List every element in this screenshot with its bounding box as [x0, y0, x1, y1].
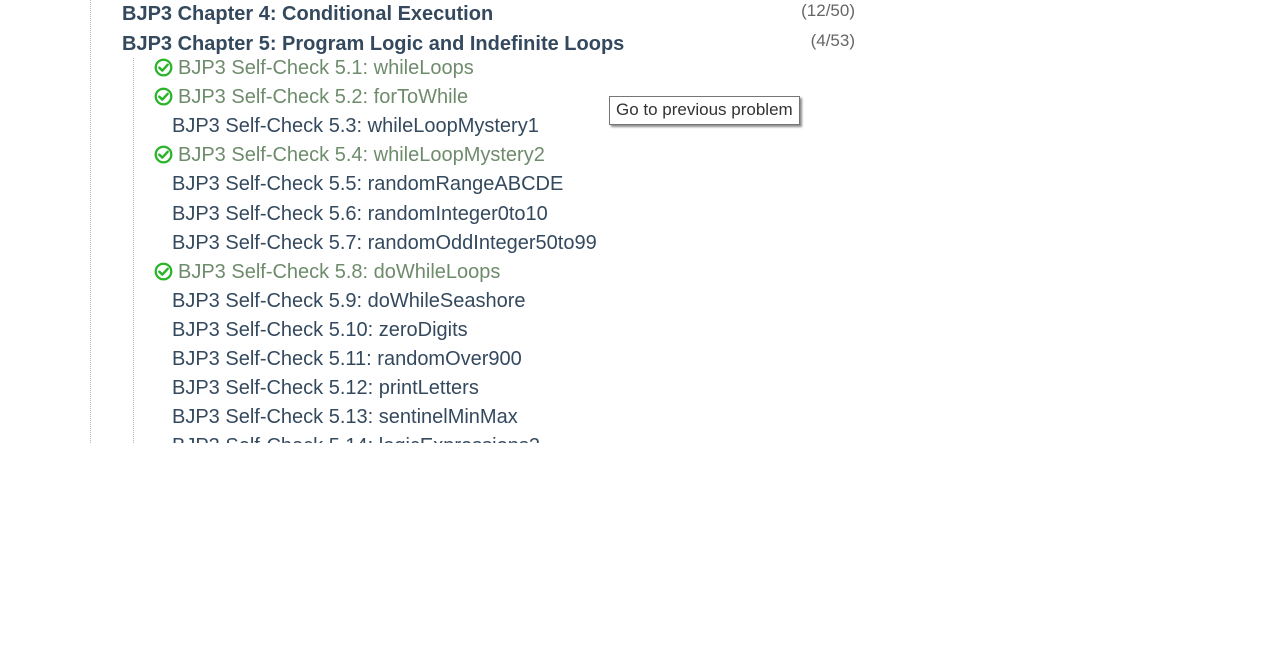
- chapter-progress-count: (12/50): [801, 1, 855, 20]
- problem-label[interactable]: BJP3 Self-Check 5.7: randomOddInteger50t…: [172, 232, 597, 255]
- problem-item[interactable]: BJP3 Self-Check 5.11: randomOver900: [172, 348, 522, 374]
- problem-label[interactable]: BJP3 Self-Check 5.3: whileLoopMystery1: [172, 115, 539, 138]
- problem-item[interactable]: BJP3 Self-Check 5.8: doWhileLoops: [154, 261, 500, 287]
- tooltip: Go to previous problem: [609, 96, 800, 125]
- chapter-4-item[interactable]: BJP3 Chapter 4: Conditional Execution (1…: [122, 1, 855, 31]
- problem-label[interactable]: BJP3 Self-Check 5.2: forToWhile: [178, 86, 468, 109]
- problem-label[interactable]: BJP3 Self-Check 5.10: zeroDigits: [172, 319, 468, 342]
- outer-tree-guide: [90, 0, 91, 443]
- problem-label[interactable]: BJP3 Self-Check 5.14: logicExpressions2: [172, 435, 540, 443]
- problem-label[interactable]: BJP3 Self-Check 5.5: randomRangeABCDE: [172, 173, 563, 196]
- problem-label[interactable]: BJP3 Self-Check 5.8: doWhileLoops: [178, 261, 500, 284]
- page: BJP3 Chapter 4: Conditional Execution (1…: [0, 0, 1270, 648]
- problem-item[interactable]: BJP3 Self-Check 5.4: whileLoopMystery2: [154, 144, 545, 170]
- problem-item[interactable]: BJP3 Self-Check 5.7: randomOddInteger50t…: [172, 232, 597, 258]
- problem-item[interactable]: BJP3 Self-Check 5.14: logicExpressions2: [172, 435, 540, 443]
- problem-label[interactable]: BJP3 Self-Check 5.6: randomInteger0to10: [172, 203, 548, 226]
- check-circle-icon: [154, 58, 173, 77]
- problem-item[interactable]: BJP3 Self-Check 5.6: randomInteger0to10: [172, 203, 548, 229]
- problem-list-viewport: BJP3 Chapter 4: Conditional Execution (1…: [0, 0, 1270, 443]
- problem-item[interactable]: BJP3 Self-Check 5.13: sentinelMinMax: [172, 406, 518, 432]
- inner-tree-guide: [133, 58, 134, 443]
- chapter-title[interactable]: BJP3 Chapter 5: Program Logic and Indefi…: [122, 33, 624, 56]
- problem-item[interactable]: BJP3 Self-Check 5.9: doWhileSeashore: [172, 290, 526, 316]
- problem-label[interactable]: BJP3 Self-Check 5.11: randomOver900: [172, 348, 522, 371]
- check-circle-icon: [154, 145, 173, 164]
- problem-label[interactable]: BJP3 Self-Check 5.1: whileLoops: [178, 57, 474, 80]
- problem-item[interactable]: BJP3 Self-Check 5.2: forToWhile: [154, 86, 468, 112]
- problem-item[interactable]: BJP3 Self-Check 5.1: whileLoops: [154, 57, 474, 83]
- problem-item[interactable]: BJP3 Self-Check 5.5: randomRangeABCDE: [172, 173, 563, 199]
- problem-item[interactable]: BJP3 Self-Check 5.3: whileLoopMystery1: [172, 115, 539, 141]
- problem-item[interactable]: BJP3 Self-Check 5.10: zeroDigits: [172, 319, 468, 345]
- problem-label[interactable]: BJP3 Self-Check 5.12: printLetters: [172, 377, 479, 400]
- problem-label[interactable]: BJP3 Self-Check 5.4: whileLoopMystery2: [178, 144, 545, 167]
- problem-label[interactable]: BJP3 Self-Check 5.9: doWhileSeashore: [172, 290, 526, 313]
- problem-item[interactable]: BJP3 Self-Check 5.12: printLetters: [172, 377, 479, 403]
- chapter-title[interactable]: BJP3 Chapter 4: Conditional Execution: [122, 3, 493, 26]
- check-circle-icon: [154, 262, 173, 281]
- chapter-progress-count: (4/53): [810, 31, 855, 50]
- check-circle-icon: [154, 87, 173, 106]
- problem-label[interactable]: BJP3 Self-Check 5.13: sentinelMinMax: [172, 406, 518, 429]
